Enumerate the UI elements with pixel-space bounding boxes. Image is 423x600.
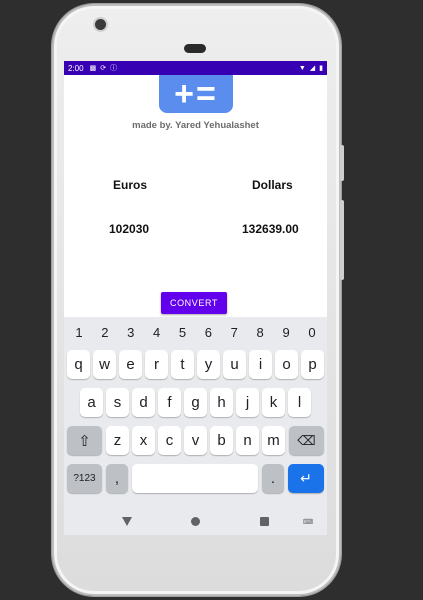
recents-icon[interactable] xyxy=(260,516,270,526)
key-p[interactable]: p xyxy=(301,350,324,379)
spacebar[interactable] xyxy=(132,464,258,493)
key-z[interactable]: z xyxy=(106,426,129,455)
symbols-key[interactable]: ?123 xyxy=(67,464,102,493)
key-9[interactable]: 9 xyxy=(274,322,298,344)
shift-key[interactable]: ⇧ xyxy=(67,426,102,455)
key-e[interactable]: e xyxy=(119,350,142,379)
period-key[interactable]: . xyxy=(262,464,284,493)
key-6[interactable]: 6 xyxy=(196,322,220,344)
signal-icon: ◢ xyxy=(309,65,316,72)
key-r[interactable]: r xyxy=(145,350,168,379)
enter-icon: ↵ xyxy=(300,470,312,486)
key-m[interactable]: m xyxy=(262,426,285,455)
earpiece-speaker xyxy=(184,44,206,53)
notification-icon: ▩ xyxy=(89,65,97,72)
status-time: 2:00 xyxy=(68,63,84,73)
app-logo: += xyxy=(159,75,233,113)
key-k[interactable]: k xyxy=(262,388,285,417)
dollars-output: 132639.00 xyxy=(242,222,299,236)
made-by-text: made by. Yared Yehualashet xyxy=(132,120,259,131)
keyboard-switch-icon[interactable]: ⌨ xyxy=(303,518,313,526)
key-i[interactable]: i xyxy=(249,350,272,379)
key-u[interactable]: u xyxy=(223,350,246,379)
comma-key[interactable]: , xyxy=(106,464,128,493)
key-8[interactable]: 8 xyxy=(248,322,272,344)
front-camera-icon xyxy=(95,19,106,30)
key-a[interactable]: a xyxy=(80,388,103,417)
key-n[interactable]: n xyxy=(236,426,259,455)
key-2[interactable]: 2 xyxy=(93,322,117,344)
euros-label: Euros xyxy=(113,178,148,192)
backspace-icon: ⌫ xyxy=(297,432,316,448)
key-y[interactable]: y xyxy=(197,350,220,379)
status-right-icons: ▼ ◢ ▮ xyxy=(298,64,323,73)
enter-key[interactable]: ↵ xyxy=(288,464,324,493)
key-h[interactable]: h xyxy=(210,388,233,417)
key-s[interactable]: s xyxy=(106,388,129,417)
back-icon[interactable] xyxy=(121,516,132,526)
key-t[interactable]: t xyxy=(171,350,194,379)
key-f[interactable]: f xyxy=(158,388,181,417)
key-0[interactable]: 0 xyxy=(300,322,324,344)
key-4[interactable]: 4 xyxy=(145,322,169,344)
key-x[interactable]: x xyxy=(132,426,155,455)
number-row: 1 2 3 4 5 6 7 8 9 0 xyxy=(64,322,327,344)
dollars-label: Dollars xyxy=(252,178,293,192)
emulator-stage: 2:00 ▩ ⟳ ⓘ ▼ ◢ ▮ += made by. Yared Yehua… xyxy=(0,0,423,600)
key-l[interactable]: l xyxy=(288,388,311,417)
shift-icon: ⇧ xyxy=(78,432,91,450)
navigation-bar xyxy=(64,507,327,535)
key-b[interactable]: b xyxy=(210,426,233,455)
convert-button[interactable]: CONVERT xyxy=(161,292,227,314)
key-1[interactable]: 1 xyxy=(67,322,91,344)
battery-icon: ▮ xyxy=(319,65,323,72)
key-v[interactable]: v xyxy=(184,426,207,455)
info-icon: ⓘ xyxy=(110,65,118,72)
wifi-icon: ▼ xyxy=(298,64,306,72)
key-3[interactable]: 3 xyxy=(119,322,143,344)
key-j[interactable]: j xyxy=(236,388,259,417)
volume-button[interactable] xyxy=(340,200,344,280)
key-q[interactable]: q xyxy=(67,350,90,379)
key-w[interactable]: w xyxy=(93,350,116,379)
key-7[interactable]: 7 xyxy=(222,322,246,344)
soft-keyboard: 1 2 3 4 5 6 7 8 9 0 q w e r t y u i o p xyxy=(64,317,327,535)
key-o[interactable]: o xyxy=(275,350,298,379)
home-icon[interactable] xyxy=(191,516,201,526)
key-c[interactable]: c xyxy=(158,426,181,455)
backspace-key[interactable]: ⌫ xyxy=(289,426,324,455)
sync-icon: ⟳ xyxy=(100,65,107,72)
key-5[interactable]: 5 xyxy=(171,322,195,344)
power-button[interactable] xyxy=(340,145,344,181)
euros-input[interactable]: 102030 xyxy=(109,222,149,236)
key-d[interactable]: d xyxy=(132,388,155,417)
key-g[interactable]: g xyxy=(184,388,207,417)
status-bar: 2:00 ▩ ⟳ ⓘ ▼ ◢ ▮ xyxy=(64,61,327,75)
phone-screen: 2:00 ▩ ⟳ ⓘ ▼ ◢ ▮ += made by. Yared Yehua… xyxy=(64,61,327,535)
